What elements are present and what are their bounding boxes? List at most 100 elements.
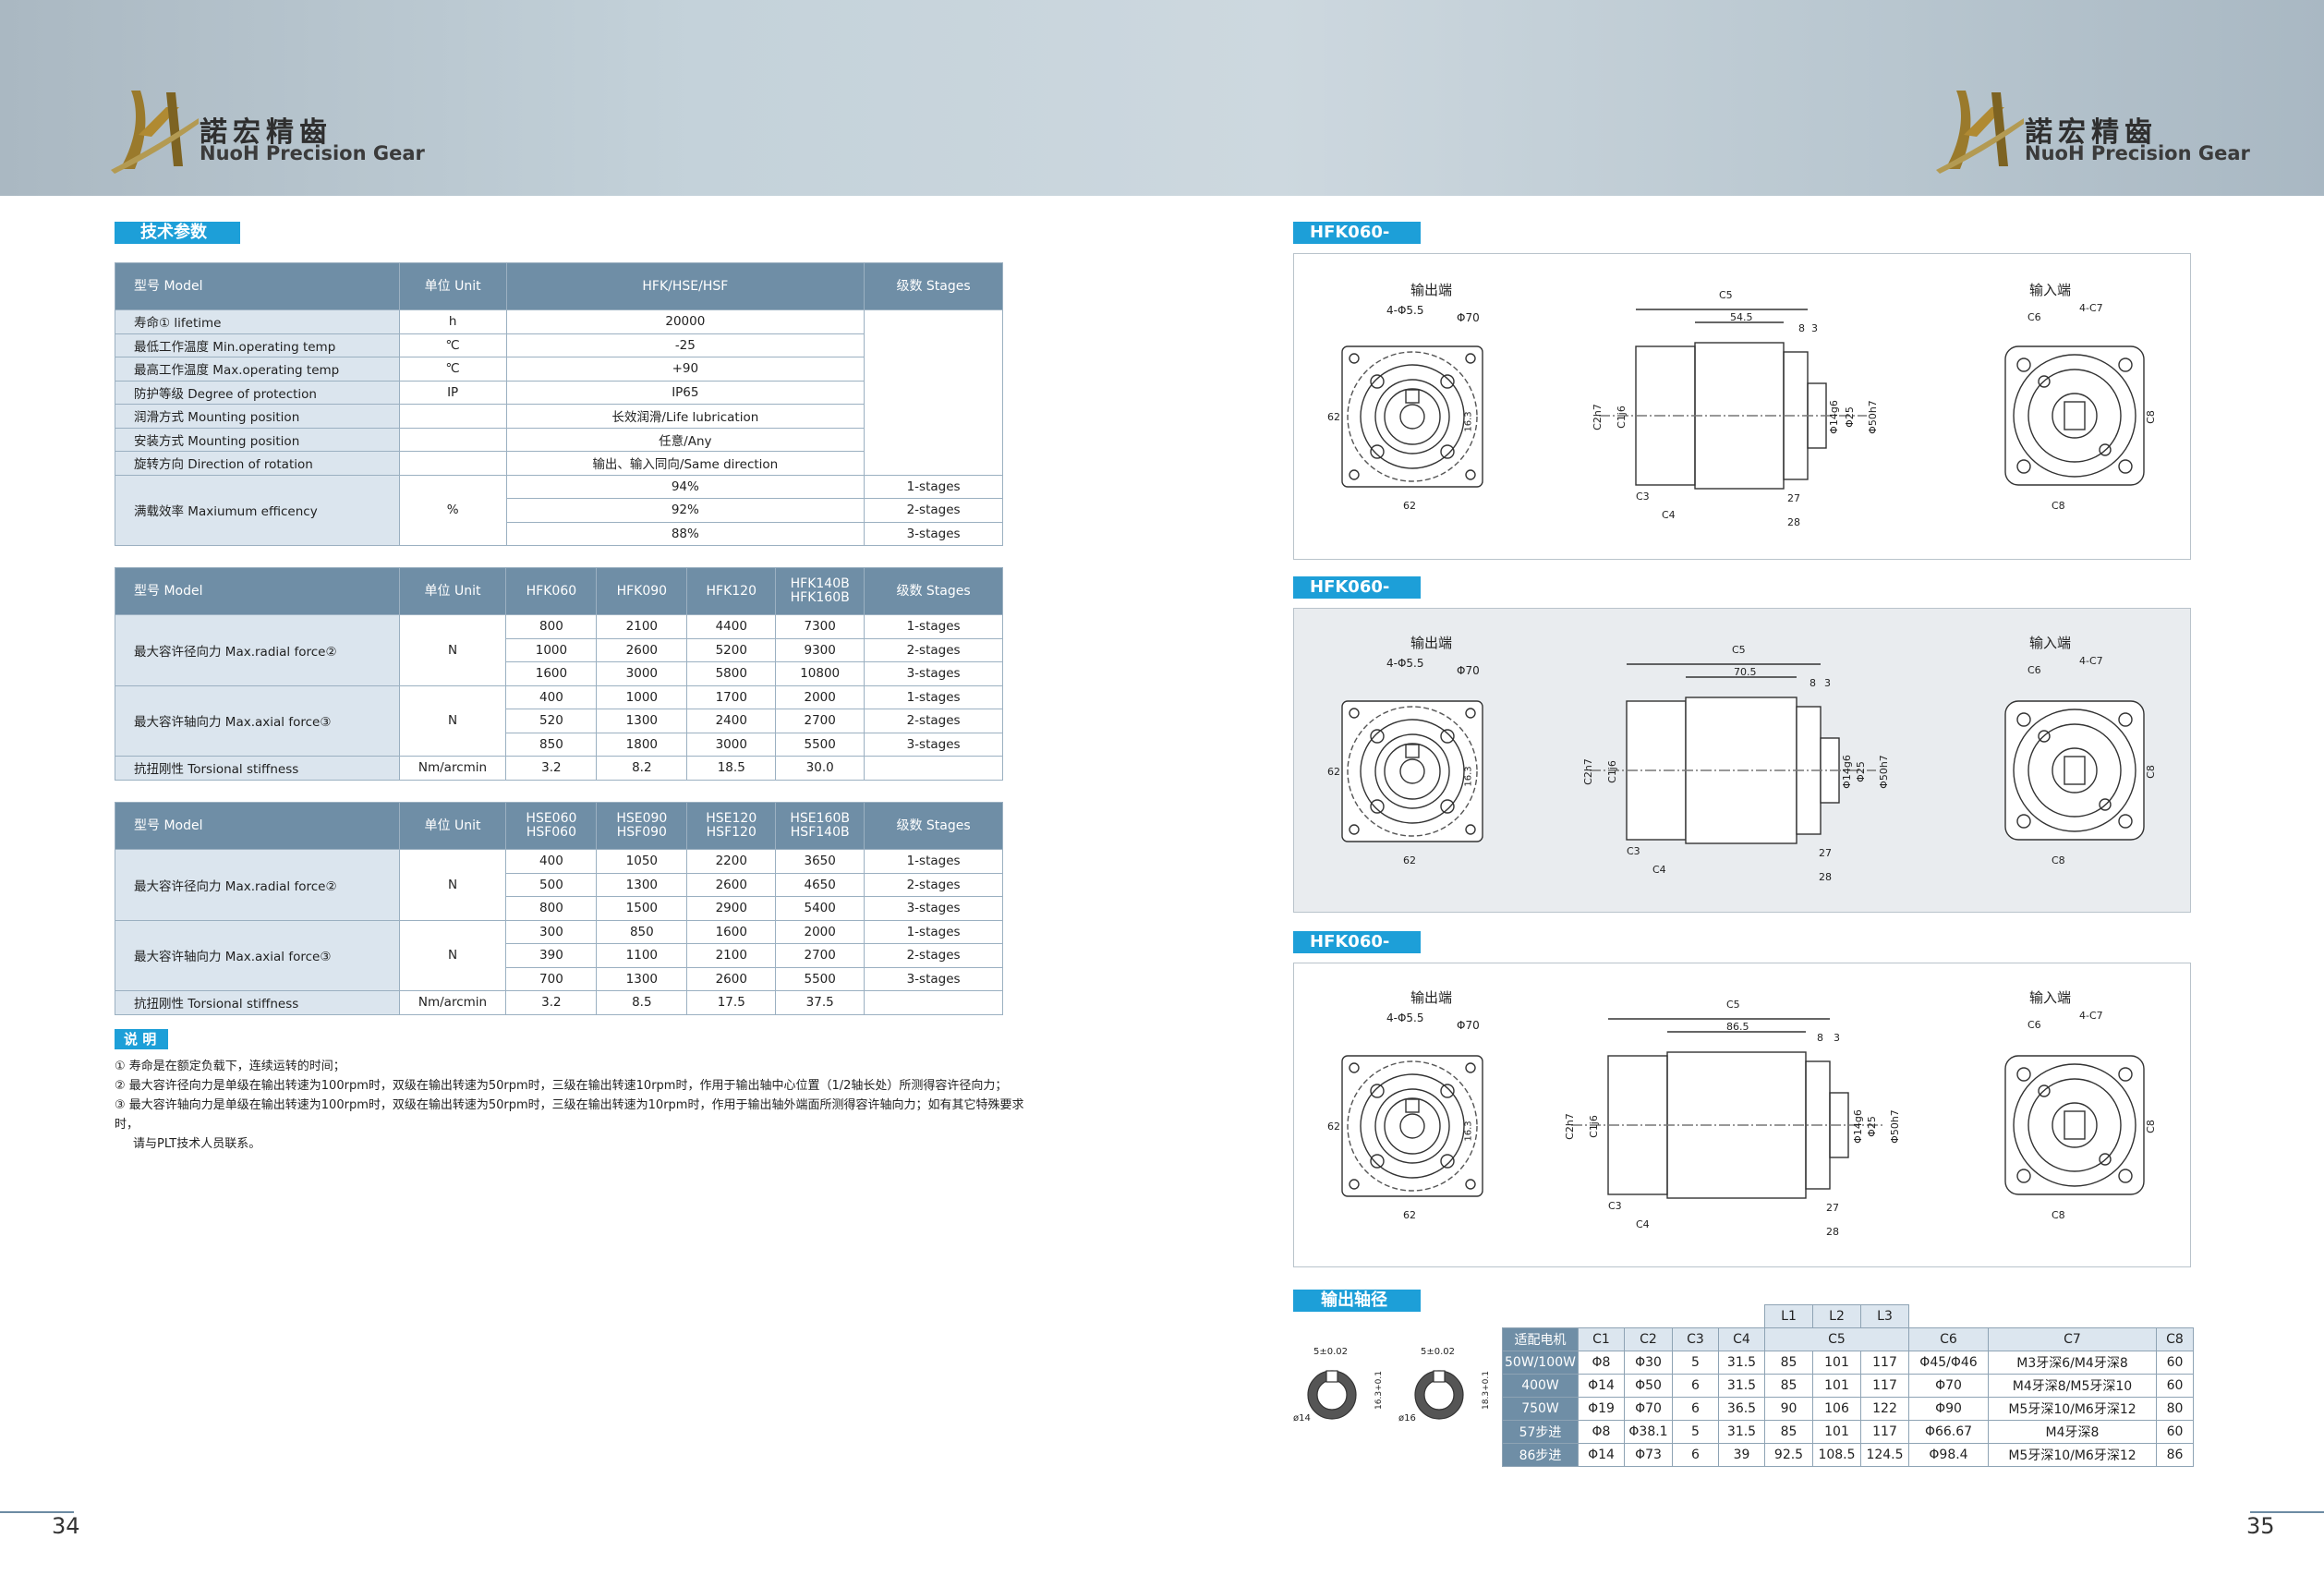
dim-c8-side: C8 xyxy=(2144,1120,2157,1133)
dim-c6: C6 xyxy=(2027,1019,2041,1031)
cell: 2200 xyxy=(686,849,777,874)
cell: 31.5 xyxy=(1718,1351,1765,1375)
output-end-view xyxy=(1341,345,1483,488)
brand-name-en: NuoH Precision Gear xyxy=(200,142,425,164)
header-hfk060: HFK060 xyxy=(505,567,598,615)
header-unit: 单位 Unit xyxy=(398,262,507,310)
cell: Φ19 xyxy=(1578,1397,1625,1421)
cell: 390 xyxy=(505,943,598,968)
row-label: 最低工作温度 Min.operating temp xyxy=(115,333,400,357)
side-view xyxy=(1599,309,1867,490)
cell: 60 xyxy=(2156,1374,2194,1398)
cell: 400 xyxy=(505,684,598,709)
dim-c1: C1j6 xyxy=(1605,760,1618,783)
cell: Φ98.4 xyxy=(1908,1443,1989,1467)
motor-name: 57步进 xyxy=(1502,1420,1579,1444)
table-row: 抗扭刚性 Torsional stiffness Nm/arcmin 3.2 8… xyxy=(115,990,1003,1015)
dim-c8-bottom: C8 xyxy=(2052,500,2065,512)
input-end-view xyxy=(2004,700,2145,841)
cell: M3牙深6/M4牙深8 xyxy=(1988,1351,2157,1375)
cell: 1000 xyxy=(596,684,688,709)
cell: Φ14 xyxy=(1578,1374,1625,1398)
cell: Φ73 xyxy=(1624,1443,1673,1467)
header-hfk090: HFK090 xyxy=(596,567,688,615)
dim-c2: C2h7 xyxy=(1591,404,1604,430)
cell: 117 xyxy=(1860,1420,1909,1444)
cell: Φ38.1 xyxy=(1624,1420,1673,1444)
header-hse160b: HSE160B HSF140B xyxy=(775,802,865,850)
cell: 3000 xyxy=(686,732,777,757)
cell: 60 xyxy=(2156,1351,2194,1375)
cell: 1700 xyxy=(686,684,777,709)
dim-28: 28 xyxy=(1819,871,1832,883)
drawing-l1-svg xyxy=(1341,309,2145,490)
dim-62-height: 62 xyxy=(1327,1121,1340,1133)
table-row: 最大容许轴向力 Max.axial force③ N 400 1000 1700… xyxy=(115,684,1003,757)
cell: 117 xyxy=(1860,1374,1909,1398)
drawing-panel-l1: 输出端 输入端 4-Φ5.5 Φ70 C5 54.5 8 3 C2h7 C1j6… xyxy=(1293,253,2191,560)
row-value: 20000 xyxy=(505,309,865,334)
row-label: 最高工作温度 Max.operating temp xyxy=(115,357,400,382)
cell: 5500 xyxy=(775,732,865,757)
cell: Φ66.67 xyxy=(1908,1420,1989,1444)
cell: 2900 xyxy=(686,896,777,921)
cell: 1600 xyxy=(505,661,598,686)
axial-force-unit: N xyxy=(398,919,507,991)
dim-c7: 4-C7 xyxy=(2079,302,2103,314)
cell: 2700 xyxy=(775,709,865,733)
header-c6: C6 xyxy=(1908,1327,1989,1351)
table-header-row: 适配电机 C1 C2 C3 C4 C5 C6 C7 C8 xyxy=(1502,1327,2194,1351)
row-unit xyxy=(398,427,507,452)
row-unit: ℃ xyxy=(398,333,507,357)
row-value: 长效润滑/Life lubrication xyxy=(505,404,865,429)
notes-title: 说 明 xyxy=(115,1029,168,1049)
spec-table-hfk: 型号 Model 单位 Unit HFK060 HFK090 HFK120 HF… xyxy=(115,567,1003,781)
output-end-label: 输出端 xyxy=(1410,989,1453,1006)
cell: 2400 xyxy=(686,709,777,733)
cell: 1300 xyxy=(596,966,688,991)
dim-c5: C5 xyxy=(1726,999,1740,1011)
cell: 800 xyxy=(505,614,598,639)
note-item: ① 寿命是在额定负载下，连续运转的时间； xyxy=(115,1060,345,1073)
dim-d14: Φ14g6 xyxy=(1827,400,1840,434)
torsion-label: 抗扭刚性 Torsional stiffness xyxy=(115,756,400,781)
dim-c8-bottom: C8 xyxy=(2052,854,2065,866)
dim-c3: C3 xyxy=(1627,845,1640,857)
cell: 6 xyxy=(1672,1397,1719,1421)
cell: M5牙深10/M6牙深12 xyxy=(1988,1443,2157,1467)
dim-d25: Φ25 xyxy=(1854,761,1867,782)
cell: 520 xyxy=(505,709,598,733)
cell: Φ45/Φ46 xyxy=(1908,1351,1989,1375)
cell: 31.5 xyxy=(1718,1420,1765,1444)
cell: 108.5 xyxy=(1812,1443,1861,1467)
shaft-a-key: 5±0.02 xyxy=(1313,1347,1349,1357)
cell: M4牙深8 xyxy=(1988,1420,2157,1444)
cell: 2100 xyxy=(596,614,688,639)
cell: 850 xyxy=(596,919,688,944)
cell: 1500 xyxy=(596,896,688,921)
drawing-panel-l2: 输出端 输入端 4-Φ5.5 Φ70 C5 70.5 8 3 C2h7 C1j6… xyxy=(1293,608,2191,913)
table-subheader-row: L1 L2 L3 xyxy=(1503,1304,2194,1328)
shaft-section-16-icon xyxy=(1414,1370,1464,1420)
table-row: 抗扭刚性 Torsional stiffness Nm/arcmin 3.2 8… xyxy=(115,756,1003,781)
output-end-label: 输出端 xyxy=(1410,282,1453,298)
stage-label: 2-stages xyxy=(864,943,1003,968)
spec-table-hse-hsf: 型号 Model 单位 Unit HSE060 HSF060 HSE090 HS… xyxy=(115,802,1003,1015)
cell: 31.5 xyxy=(1718,1374,1765,1398)
table-row: 86步进 Φ14 Φ73 6 39 92.5 108.5 124.5 Φ98.4… xyxy=(1502,1443,2194,1467)
cell: 1050 xyxy=(596,849,688,874)
cell: Φ8 xyxy=(1578,1351,1625,1375)
cell: 4650 xyxy=(775,872,865,897)
table-row: 57步进 Φ8 Φ38.1 5 31.5 85 101 117 Φ66.67 M… xyxy=(1502,1420,2194,1444)
dim-c4: C4 xyxy=(1652,864,1666,876)
cell: 2600 xyxy=(686,872,777,897)
side-view xyxy=(1590,663,1876,844)
stage-label: 1-stages xyxy=(864,919,1003,944)
table-row: 400W Φ14 Φ50 6 31.5 85 101 117 Φ70 M4牙深8… xyxy=(1502,1374,2194,1398)
cell: 90 xyxy=(1764,1397,1813,1421)
header-c3: C3 xyxy=(1672,1327,1719,1351)
output-end-view xyxy=(1341,1055,1483,1197)
cell: 2700 xyxy=(775,943,865,968)
header-series: HFK/HSE/HSF xyxy=(505,262,865,310)
radial-force-unit: N xyxy=(398,849,507,921)
